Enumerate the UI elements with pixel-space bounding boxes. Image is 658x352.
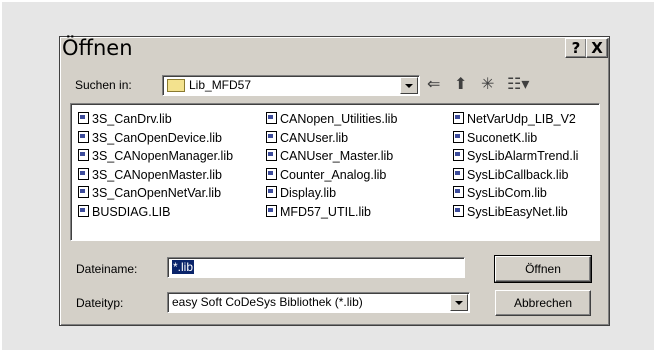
library-file-icon (453, 186, 464, 198)
filetype-value: easy Soft CoDeSys Bibliothek (*.lib) (172, 295, 363, 309)
list-item[interactable]: SysLibAlarmTrend.li (453, 147, 578, 166)
file-column-2: CANopen_Utilities.lib CANUser.lib CANUse… (266, 110, 397, 221)
filetype-label: Dateityp: (76, 296, 124, 310)
chevron-down-icon[interactable] (400, 77, 418, 94)
chevron-down-icon[interactable] (450, 294, 468, 311)
view-menu-icon[interactable]: ☷▾ (507, 77, 529, 93)
library-file-icon (453, 167, 464, 180)
list-item[interactable]: SysLibCom.lib (453, 184, 578, 203)
list-item[interactable]: SuconetK.lib (453, 129, 578, 148)
list-item[interactable]: 3S_CANopenManager.lib (78, 147, 233, 166)
list-item[interactable]: MFD57_UTIL.lib (266, 203, 397, 222)
library-file-icon (453, 204, 464, 217)
library-file-icon (266, 167, 277, 180)
filename-input[interactable]: *.lib (167, 257, 465, 278)
library-file-icon (453, 149, 464, 161)
library-file-icon (78, 204, 89, 217)
list-item[interactable]: 3S_CANopenMaster.lib (78, 166, 233, 185)
new-folder-icon[interactable]: ✳ (481, 77, 494, 93)
file-column-3: NetVarUdp_LIB_V2 SuconetK.lib SysLibAlar… (453, 110, 578, 221)
filetype-select[interactable]: easy Soft CoDeSys Bibliothek (*.lib) (167, 292, 470, 313)
list-item[interactable]: CANUser_Master.lib (266, 147, 397, 166)
list-item[interactable]: BUSDIAG.LIB (78, 203, 233, 222)
filename-label: Dateiname: (76, 262, 138, 276)
dialog-title: Öffnen (62, 36, 133, 60)
look-in-combo[interactable]: Lib_MFD57 (162, 75, 420, 96)
library-file-icon (78, 186, 89, 198)
library-file-icon (266, 130, 277, 143)
filename-value: *.lib (172, 260, 195, 274)
list-item[interactable]: 3S_CanDrv.lib (78, 110, 233, 129)
cancel-button[interactable]: Abbrechen (495, 290, 591, 316)
library-file-icon (78, 130, 89, 143)
back-icon[interactable]: ⇐ (427, 77, 440, 93)
list-item[interactable]: NetVarUdp_LIB_V2 (453, 110, 578, 129)
library-file-icon (78, 112, 89, 124)
library-file-icon (266, 186, 277, 198)
library-file-icon (78, 167, 89, 180)
list-item[interactable]: 3S_CanOpenDevice.lib (78, 129, 233, 148)
look-in-value: Lib_MFD57 (189, 78, 252, 92)
list-item[interactable]: 3S_CanOpenNetVar.lib (78, 184, 233, 203)
library-file-icon (266, 112, 277, 124)
file-column-1: 3S_CanDrv.lib 3S_CanOpenDevice.lib 3S_CA… (78, 110, 233, 221)
library-file-icon (266, 149, 277, 161)
library-file-icon (453, 112, 464, 124)
file-list[interactable]: 3S_CanDrv.lib 3S_CanOpenDevice.lib 3S_CA… (70, 103, 600, 241)
list-item[interactable]: CANUser.lib (266, 129, 397, 148)
library-file-icon (453, 130, 464, 143)
help-button[interactable]: ? (565, 38, 587, 58)
close-button[interactable]: X (586, 38, 608, 58)
list-item[interactable]: SysLibCallback.lib (453, 166, 578, 185)
look-in-label: Suchen in: (75, 78, 132, 92)
list-item[interactable]: CANopen_Utilities.lib (266, 110, 397, 129)
folder-icon (167, 79, 185, 92)
list-item[interactable]: Display.lib (266, 184, 397, 203)
list-item[interactable]: Counter_Analog.lib (266, 166, 397, 185)
library-file-icon (266, 204, 277, 217)
up-folder-icon[interactable]: ⬆ (454, 77, 467, 93)
open-button[interactable]: Öffnen (494, 255, 592, 283)
library-file-icon (78, 149, 89, 161)
list-item[interactable]: SysLibEasyNet.lib (453, 203, 578, 222)
